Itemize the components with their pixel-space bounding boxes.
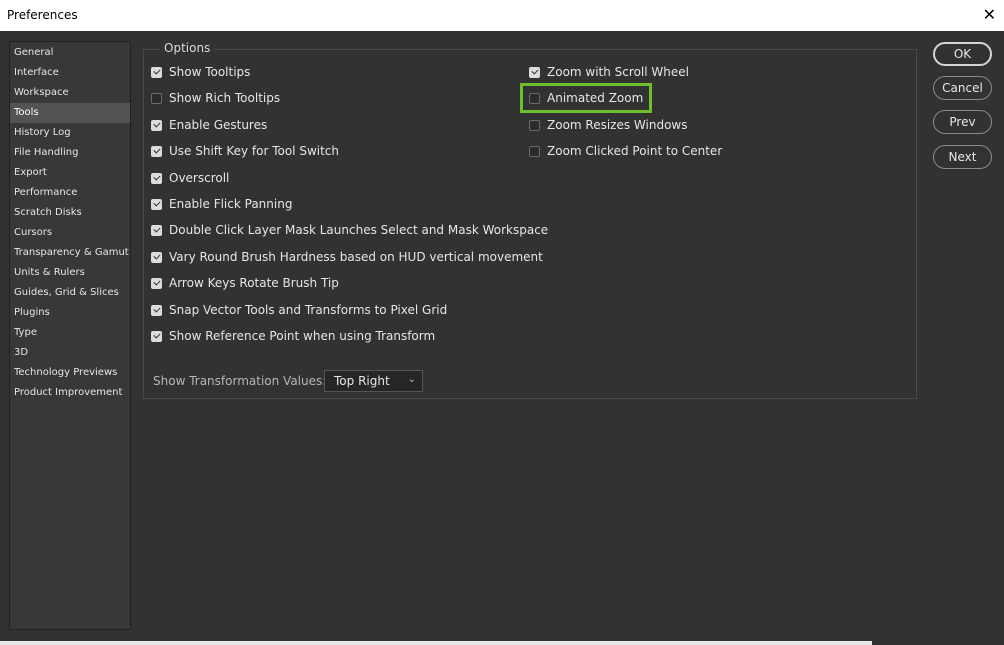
window-title: Preferences [7,8,78,22]
option-overscroll[interactable]: Overscroll [151,169,229,187]
ok-button[interactable]: OK [933,42,992,66]
close-icon[interactable]: ✕ [983,5,996,25]
option-enable-gestures[interactable]: Enable Gestures [151,116,267,134]
checkbox-zoom-resizes-windows[interactable] [529,119,540,131]
option-use-shift-key-for-tool-switch[interactable]: Use Shift Key for Tool Switch [151,142,339,160]
option-double-click-layer-mask-launches-select-and-mask-workspace[interactable]: Double Click Layer Mask Launches Select … [151,221,548,239]
option-label: Show Reference Point when using Transfor… [169,329,436,343]
checkbox-zoom-clicked-point-to-center[interactable] [529,145,540,157]
checkbox-overscroll[interactable] [151,172,162,184]
sidebar-item-performance[interactable]: Performance [10,183,130,203]
option-show-rich-tooltips[interactable]: Show Rich Tooltips [151,89,280,107]
sidebar-item-3d[interactable]: 3D [10,343,130,363]
checkbox-show-reference-point-when-using-transform[interactable] [151,330,162,342]
option-zoom-resizes-windows[interactable]: Zoom Resizes Windows [529,116,688,134]
transformation-values-label: Show Transformation Values: [153,374,327,388]
cancel-button[interactable]: Cancel [933,76,992,100]
option-label: Show Tooltips [169,65,251,79]
sidebar-item-export[interactable]: Export [10,163,130,183]
option-label: Enable Gestures [169,118,268,132]
sidebar-item-tools[interactable]: Tools [10,103,130,123]
checkbox-snap-vector-tools-and-transforms-to-pixel-grid[interactable] [151,304,162,316]
option-label: Zoom with Scroll Wheel [547,65,689,79]
chevron-down-icon: ⌄ [407,374,416,385]
option-zoom-with-scroll-wheel[interactable]: Zoom with Scroll Wheel [529,63,689,81]
checkbox-arrow-keys-rotate-brush-tip[interactable] [151,277,162,289]
sidebar-item-history-log[interactable]: History Log [10,123,130,143]
option-show-reference-point-when-using-transform[interactable]: Show Reference Point when using Transfor… [151,327,435,345]
sidebar-item-product-improvement[interactable]: Product Improvement [10,383,130,403]
option-snap-vector-tools-and-transforms-to-pixel-grid[interactable]: Snap Vector Tools and Transforms to Pixe… [151,301,447,319]
transformation-values-selected: Top Right [334,374,390,388]
bottom-edge [0,641,872,645]
option-label: Use Shift Key for Tool Switch [169,144,340,158]
option-show-tooltips[interactable]: Show Tooltips [151,63,250,81]
checkbox-enable-flick-panning[interactable] [151,198,162,210]
option-label: Zoom Resizes Windows [547,118,688,132]
sidebar-item-cursors[interactable]: Cursors [10,223,130,243]
checkbox-vary-round-brush-hardness-based-on-hud-vertical-movement[interactable] [151,251,162,263]
option-label: Arrow Keys Rotate Brush Tip [169,276,339,290]
sidebar-item-file-handling[interactable]: File Handling [10,143,130,163]
animated-zoom-highlight [520,83,652,113]
title-bar: Preferences ✕ [0,0,1004,31]
sidebar-item-workspace[interactable]: Workspace [10,83,130,103]
sidebar-item-guides-grid-slices[interactable]: Guides, Grid & Slices [10,283,130,303]
option-zoom-clicked-point-to-center[interactable]: Zoom Clicked Point to Center [529,142,722,160]
option-label: Enable Flick Panning [169,197,293,211]
option-label: Vary Round Brush Hardness based on HUD v… [169,250,543,264]
next-button[interactable]: Next [933,145,992,169]
option-label: Snap Vector Tools and Transforms to Pixe… [169,303,448,317]
checkbox-show-tooltips[interactable] [151,66,162,78]
sidebar-item-plugins[interactable]: Plugins [10,303,130,323]
sidebar-item-type[interactable]: Type [10,323,130,343]
checkbox-enable-gestures[interactable] [151,119,162,131]
sidebar-item-units-rulers[interactable]: Units & Rulers [10,263,130,283]
checkbox-zoom-with-scroll-wheel[interactable] [529,66,540,78]
sidebar-item-technology-previews[interactable]: Technology Previews [10,363,130,383]
option-enable-flick-panning[interactable]: Enable Flick Panning [151,195,292,213]
checkbox-use-shift-key-for-tool-switch[interactable] [151,145,162,157]
preferences-sidebar: General Interface Workspace Tools History Lo… [9,41,131,630]
option-label: Overscroll [169,171,230,185]
transformation-values-select[interactable]: Top Right ⌄ [324,370,423,392]
option-arrow-keys-rotate-brush-tip[interactable]: Arrow Keys Rotate Brush Tip [151,274,339,292]
option-vary-round-brush-hardness-based-on-hud-vertical-movement[interactable]: Vary Round Brush Hardness based on HUD v… [151,248,543,266]
sidebar-item-scratch-disks[interactable]: Scratch Disks [10,203,130,223]
options-legend: Options [160,41,215,55]
sidebar-item-transparency-gamut[interactable]: Transparency & Gamut [10,243,130,263]
sidebar-item-interface[interactable]: Interface [10,63,130,83]
checkbox-show-rich-tooltips[interactable] [151,92,162,104]
sidebar-item-general[interactable]: General [10,43,130,63]
option-label: Zoom Clicked Point to Center [547,144,723,158]
option-label: Double Click Layer Mask Launches Select … [169,223,549,237]
prev-button[interactable]: Prev [933,110,992,134]
checkbox-double-click-layer-mask-launches-select-and-mask-workspace[interactable] [151,224,162,236]
option-label: Show Rich Tooltips [169,91,281,105]
